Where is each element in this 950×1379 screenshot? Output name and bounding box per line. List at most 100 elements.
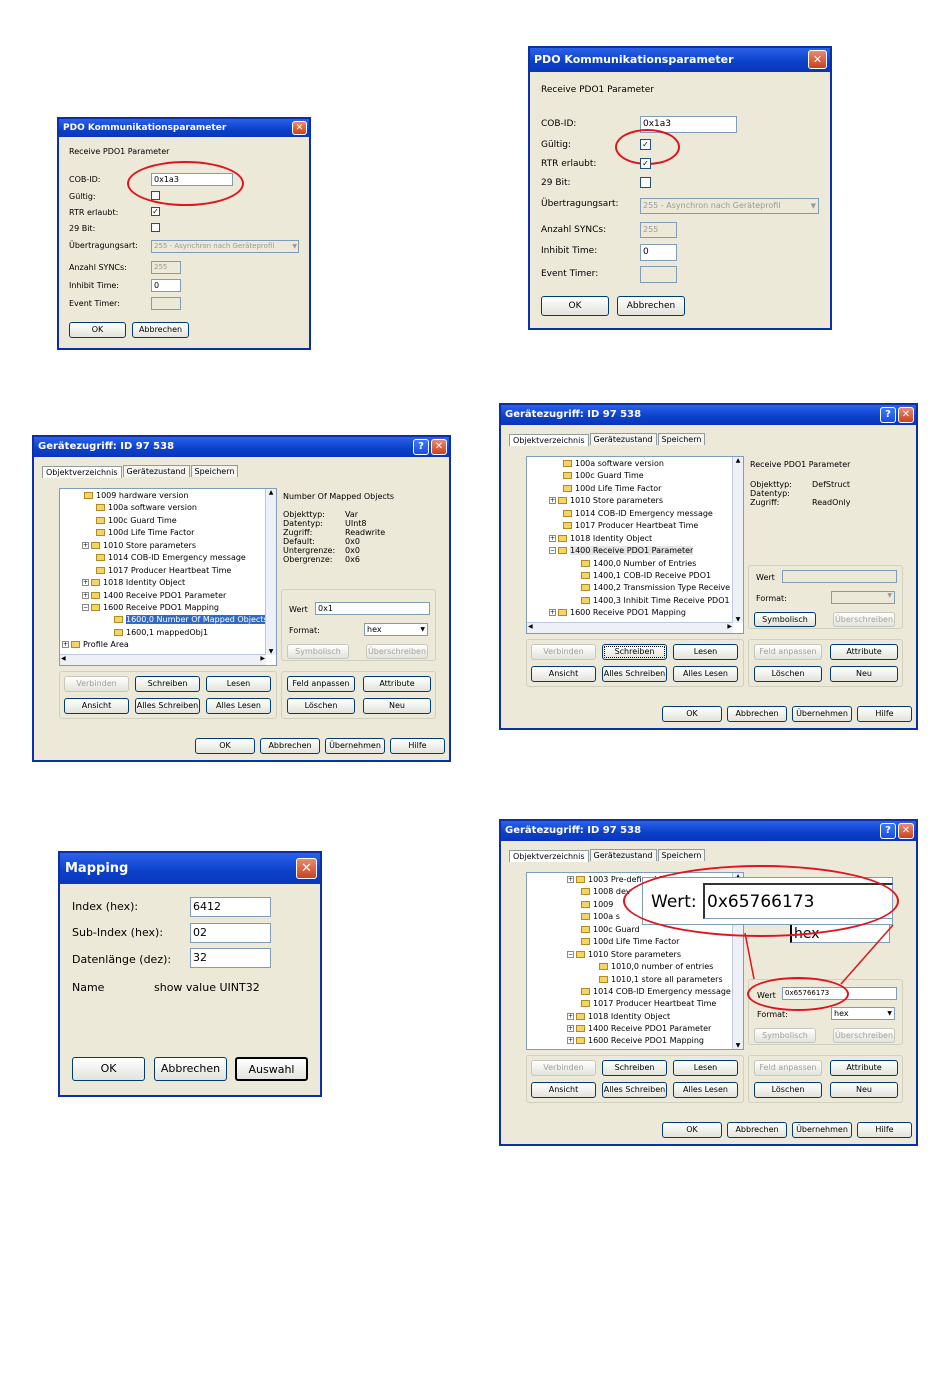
alles-schreiben-button[interactable]: Alles Schreiben bbox=[602, 1082, 667, 1098]
collapse-icon[interactable]: − bbox=[82, 604, 89, 611]
ok-button[interactable]: OK bbox=[195, 738, 255, 754]
lesen-button[interactable]: Lesen bbox=[673, 1060, 738, 1076]
tree-item[interactable]: 1009 hardware version bbox=[84, 491, 188, 500]
ok-button[interactable]: OK bbox=[72, 1057, 145, 1081]
tree-item[interactable]: +1600 Receive PDO1 Mapping bbox=[549, 608, 686, 617]
schreiben-button[interactable]: Schreiben bbox=[135, 676, 200, 692]
tree-item[interactable]: −1600 Receive PDO1 Mapping bbox=[82, 603, 219, 612]
rtr-checkbox[interactable]: ✓ bbox=[640, 158, 651, 169]
tab-speichern[interactable]: Speichern bbox=[190, 465, 239, 477]
cancel-button[interactable]: Abbrechen bbox=[617, 296, 685, 316]
tree-item[interactable]: +1400 Receive PDO1 Parameter bbox=[82, 591, 226, 600]
abbrechen-button[interactable]: Abbrechen bbox=[260, 738, 320, 754]
lesen-button[interactable]: Lesen bbox=[206, 676, 271, 692]
lesen-button[interactable]: Lesen bbox=[673, 644, 738, 660]
help-icon[interactable]: ? bbox=[880, 407, 896, 423]
tree-item[interactable]: + Profile Area bbox=[62, 640, 129, 649]
ansicht-button[interactable]: Ansicht bbox=[531, 666, 596, 682]
tab-objektverzeichnis[interactable]: Objektverzeichnis bbox=[42, 466, 122, 478]
horizontal-scrollbar[interactable]: ◀ ▶ bbox=[527, 622, 733, 633]
scroll-right-icon[interactable]: ▶ bbox=[260, 655, 265, 662]
uebernehmen-button[interactable]: Übernehmen bbox=[792, 706, 852, 722]
hilfe-button[interactable]: Hilfe bbox=[857, 1122, 912, 1138]
loeschen-button[interactable]: Löschen bbox=[754, 1082, 822, 1098]
schreiben-button[interactable]: Schreiben bbox=[602, 1060, 667, 1076]
tree-item[interactable]: 100c Guard Time bbox=[563, 471, 644, 480]
tree-item[interactable]: 1017 Producer Heartbeat Time bbox=[96, 566, 231, 575]
tree-item[interactable]: 100a software version bbox=[96, 503, 197, 512]
bit29-checkbox[interactable] bbox=[640, 177, 651, 188]
attribute-button[interactable]: Attribute bbox=[830, 644, 898, 660]
tree-item[interactable]: 100c Guard Time bbox=[96, 516, 177, 525]
tab-geraetezustand[interactable]: Gerätezustand bbox=[122, 465, 190, 477]
alles-schreiben-button[interactable]: Alles Schreiben bbox=[135, 698, 200, 714]
uebernehmen-button[interactable]: Übernehmen bbox=[792, 1122, 852, 1138]
schreiben-button[interactable]: Schreiben bbox=[602, 644, 667, 660]
scroll-left-icon[interactable]: ◀ bbox=[528, 623, 533, 630]
ueberschreiben-button[interactable]: Überschreiben bbox=[833, 612, 895, 627]
abbrechen-button[interactable]: Abbrechen bbox=[154, 1057, 227, 1081]
horizontal-scrollbar[interactable]: ◀ ▶ bbox=[60, 654, 266, 665]
syncs-input[interactable]: 255 bbox=[151, 261, 181, 274]
gueltig-checkbox[interactable] bbox=[151, 191, 160, 200]
tree-item[interactable]: 1014 COB-ID Emergency message bbox=[563, 509, 713, 518]
tree-item[interactable]: +1010 Store parameters bbox=[549, 496, 663, 505]
alles-lesen-button[interactable]: Alles Lesen bbox=[673, 666, 738, 682]
neu-button[interactable]: Neu bbox=[363, 698, 431, 714]
attribute-button[interactable]: Attribute bbox=[363, 676, 431, 692]
symbolisch-button[interactable]: Symbolisch bbox=[287, 644, 349, 659]
uebernehmen-button[interactable]: Übernehmen bbox=[325, 738, 385, 754]
tree-item[interactable]: 1400,3 Inhibit Time Receive PDO1 bbox=[581, 596, 730, 605]
abbrechen-button[interactable]: Abbrechen bbox=[727, 1122, 787, 1138]
expand-icon[interactable]: + bbox=[82, 542, 89, 549]
tree-item[interactable]: +1018 Identity Object bbox=[549, 534, 652, 543]
wert-input[interactable]: 0x1 bbox=[315, 602, 430, 615]
hilfe-button[interactable]: Hilfe bbox=[390, 738, 445, 754]
tree-item[interactable]: 1600,1 mappedObj1 bbox=[114, 628, 208, 637]
datenlaenge-input[interactable]: 32 bbox=[190, 948, 271, 968]
bit29-checkbox[interactable] bbox=[151, 223, 160, 232]
feld-anpassen-button[interactable]: Feld anpassen bbox=[754, 644, 822, 660]
close-icon[interactable]: ✕ bbox=[808, 50, 827, 69]
hilfe-button[interactable]: Hilfe bbox=[857, 706, 912, 722]
neu-button[interactable]: Neu bbox=[830, 1082, 898, 1098]
tree-item[interactable]: 1014 COB-ID Emergency message bbox=[96, 553, 246, 562]
alles-lesen-button[interactable]: Alles Lesen bbox=[673, 1082, 738, 1098]
ansicht-button[interactable]: Ansicht bbox=[64, 698, 129, 714]
inhibit-input[interactable]: 0 bbox=[151, 279, 181, 292]
format-select[interactable]: hex ▼ bbox=[364, 623, 428, 636]
uebertragungsart-select[interactable]: 255 - Asynchron nach Geräteprofil ▼ bbox=[640, 198, 819, 214]
syncs-input[interactable]: 255 bbox=[640, 222, 677, 238]
object-tree[interactable]: 100a software version 100c Guard Time 10… bbox=[526, 456, 744, 634]
alles-lesen-button[interactable]: Alles Lesen bbox=[206, 698, 271, 714]
verbinden-button[interactable]: Verbinden bbox=[531, 1060, 596, 1076]
tree-item[interactable]: 100a software version bbox=[563, 459, 664, 468]
expand-icon[interactable]: + bbox=[549, 535, 556, 542]
tree-item[interactable]: +1010 Store parameters bbox=[82, 541, 196, 550]
tree-item[interactable]: 1400,0 Number of Entries bbox=[581, 559, 696, 568]
event-timer-input[interactable] bbox=[640, 266, 677, 283]
neu-button[interactable]: Neu bbox=[830, 666, 898, 682]
scroll-right-icon[interactable]: ▶ bbox=[727, 623, 732, 630]
verbinden-button[interactable]: Verbinden bbox=[64, 676, 129, 692]
help-icon[interactable]: ? bbox=[413, 439, 429, 455]
auswahl-button[interactable]: Auswahl bbox=[235, 1057, 308, 1081]
cancel-button[interactable]: Abbrechen bbox=[132, 322, 189, 338]
ueberschreiben-button[interactable]: Überschreiben bbox=[366, 644, 428, 659]
loeschen-button[interactable]: Löschen bbox=[754, 666, 822, 682]
feld-anpassen-button[interactable]: Feld anpassen bbox=[754, 1060, 822, 1076]
collapse-icon[interactable]: − bbox=[549, 547, 556, 554]
tree-item[interactable]: 100d Life Time Factor bbox=[563, 484, 661, 493]
tree-item-selected[interactable]: −1400 Receive PDO1 Parameter bbox=[549, 546, 694, 555]
close-icon[interactable]: ✕ bbox=[296, 858, 317, 879]
tree-item[interactable]: 100d Life Time Factor bbox=[96, 528, 194, 537]
ansicht-button[interactable]: Ansicht bbox=[531, 1082, 596, 1098]
expand-icon[interactable]: + bbox=[549, 497, 556, 504]
scroll-up-icon[interactable]: ▲ bbox=[733, 457, 743, 464]
subindex-input[interactable]: 02 bbox=[190, 923, 271, 943]
scroll-down-icon[interactable]: ▼ bbox=[266, 648, 276, 655]
wert-input[interactable] bbox=[782, 570, 897, 583]
ok-button[interactable]: OK bbox=[662, 706, 722, 722]
tree-item[interactable]: 1400,2 Transmission Type Receive bbox=[581, 583, 730, 592]
expand-icon[interactable]: + bbox=[82, 579, 89, 586]
